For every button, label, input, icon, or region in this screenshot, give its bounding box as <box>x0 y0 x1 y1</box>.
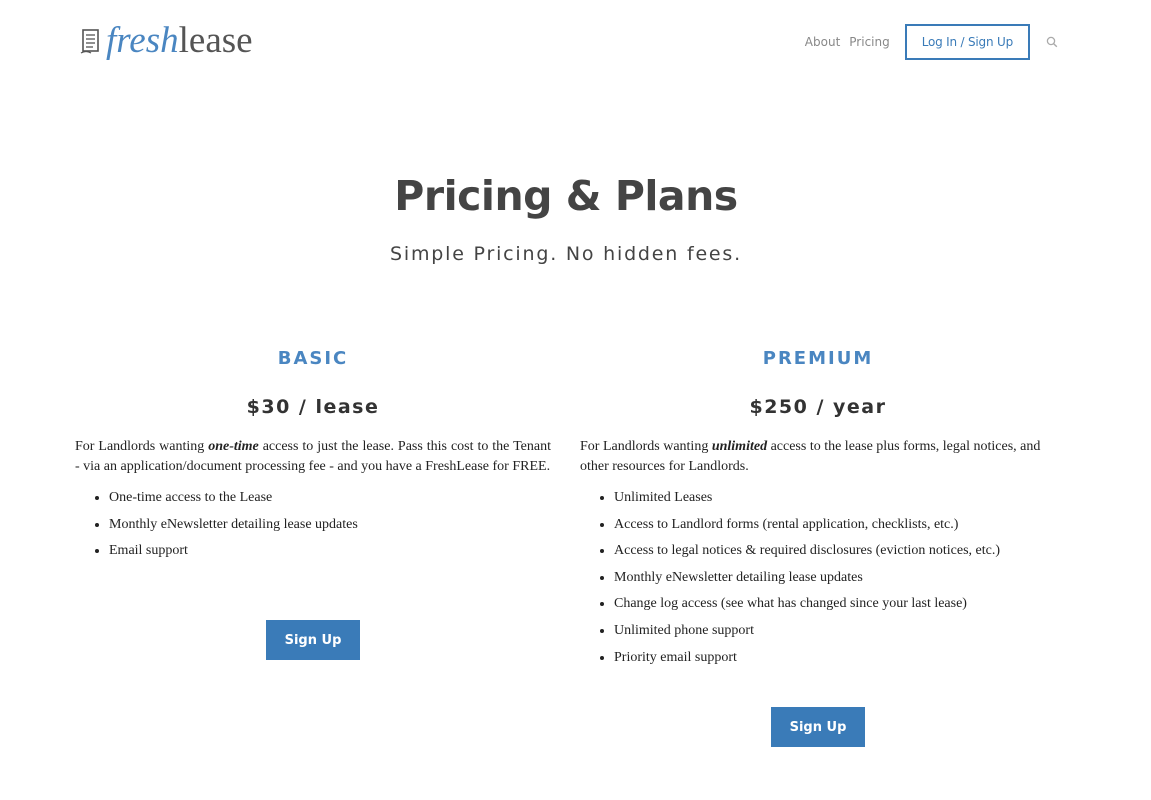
feature-item: One-time access to the Lease <box>95 488 551 515</box>
search-icon <box>1046 36 1058 48</box>
notepad-icon <box>80 28 99 54</box>
feature-item: Priority email support <box>600 648 1056 675</box>
nav-about-link[interactable]: About <box>805 35 840 49</box>
page-subtitle: Simple Pricing. No hidden fees. <box>390 243 742 265</box>
search-button[interactable] <box>1046 36 1058 48</box>
feature-list: Unlimited Leases Access to Landlord form… <box>580 488 1056 674</box>
login-signup-button[interactable]: Log In / Sign Up <box>904 24 1030 60</box>
feature-item: Unlimited phone support <box>600 621 1056 648</box>
plan-description: For Landlords wanting unlimited access t… <box>580 437 1056 476</box>
nav-pricing-link[interactable]: Pricing <box>849 35 889 49</box>
plan-premium: PREMIUM $250 / year For Landlords wantin… <box>580 348 1056 674</box>
plan-name: PREMIUM <box>762 348 874 369</box>
plan-basic: BASIC $30 / lease For Landlords wanting … <box>75 348 551 568</box>
premium-signup-button[interactable]: Sign Up <box>771 707 865 747</box>
plan-description: For Landlords wanting one-time access to… <box>75 437 551 476</box>
feature-item: Email support <box>95 541 551 568</box>
feature-item: Change log access (see what has changed … <box>600 594 1056 621</box>
plan-name: BASIC <box>277 348 349 369</box>
main-nav: About Pricing Log In / Sign Up <box>805 24 1058 60</box>
feature-list: One-time access to the Lease Monthly eNe… <box>75 488 551 568</box>
desc-emphasis: one-time <box>208 439 259 454</box>
plan-price: $30 / lease <box>246 396 380 418</box>
feature-item: Access to legal notices & required discl… <box>600 541 1056 568</box>
feature-item: Unlimited Leases <box>600 488 1056 515</box>
logo-lease-text: lease <box>178 20 253 61</box>
plan-price: $250 / year <box>749 396 887 418</box>
feature-item: Access to Landlord forms (rental applica… <box>600 515 1056 542</box>
site-logo[interactable]: fresh lease <box>80 22 253 59</box>
desc-emphasis: unlimited <box>711 439 768 454</box>
page-title: Pricing & Plans <box>394 172 738 220</box>
logo-fresh-text: fresh <box>106 20 179 61</box>
desc-text: For Landlords wanting <box>580 439 712 454</box>
feature-item: Monthly eNewsletter detailing lease upda… <box>600 568 1056 595</box>
desc-text: For Landlords wanting <box>75 439 209 454</box>
basic-signup-button[interactable]: Sign Up <box>266 620 360 660</box>
feature-item: Monthly eNewsletter detailing lease upda… <box>95 515 551 542</box>
